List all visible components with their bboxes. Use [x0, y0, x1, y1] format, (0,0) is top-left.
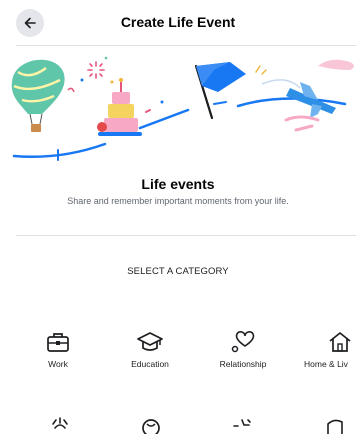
medical-icon [327, 419, 343, 434]
heart-icon [231, 331, 255, 353]
graduation-cap-icon [137, 332, 163, 351]
life-events-title: Life events [141, 176, 215, 192]
header-divider [16, 45, 356, 46]
fireworks-icon [80, 56, 114, 84]
top-bar: Create Life Event [0, 0, 356, 46]
section-divider [16, 235, 356, 236]
home-icon [329, 332, 351, 352]
category-label: Education [131, 359, 169, 369]
category-label: Work [48, 359, 68, 369]
hot-air-balloon-icon [11, 59, 65, 132]
birthday-cake-icon [97, 78, 142, 136]
cloud-icon [318, 59, 354, 70]
life-events-subtitle: Share and remember important moments fro… [67, 196, 289, 206]
plant-icon [52, 417, 68, 429]
page-title: Create Life Event [120, 14, 236, 30]
category-home-living[interactable]: Home & Liv [299, 326, 356, 369]
category-label: Relationship [219, 359, 267, 369]
category-label: Home & Liv [304, 359, 348, 369]
category-heading: SELECT A CATEGORY [127, 266, 229, 277]
category-relationship[interactable]: Relationship [207, 326, 279, 369]
flag-icon [194, 62, 246, 120]
life-events-illustration [11, 56, 354, 161]
globe-icon [142, 419, 160, 434]
category-education[interactable]: Education [114, 326, 186, 369]
star-icon [233, 419, 251, 427]
category-work[interactable]: Work [22, 326, 94, 369]
briefcase-icon [47, 333, 69, 352]
